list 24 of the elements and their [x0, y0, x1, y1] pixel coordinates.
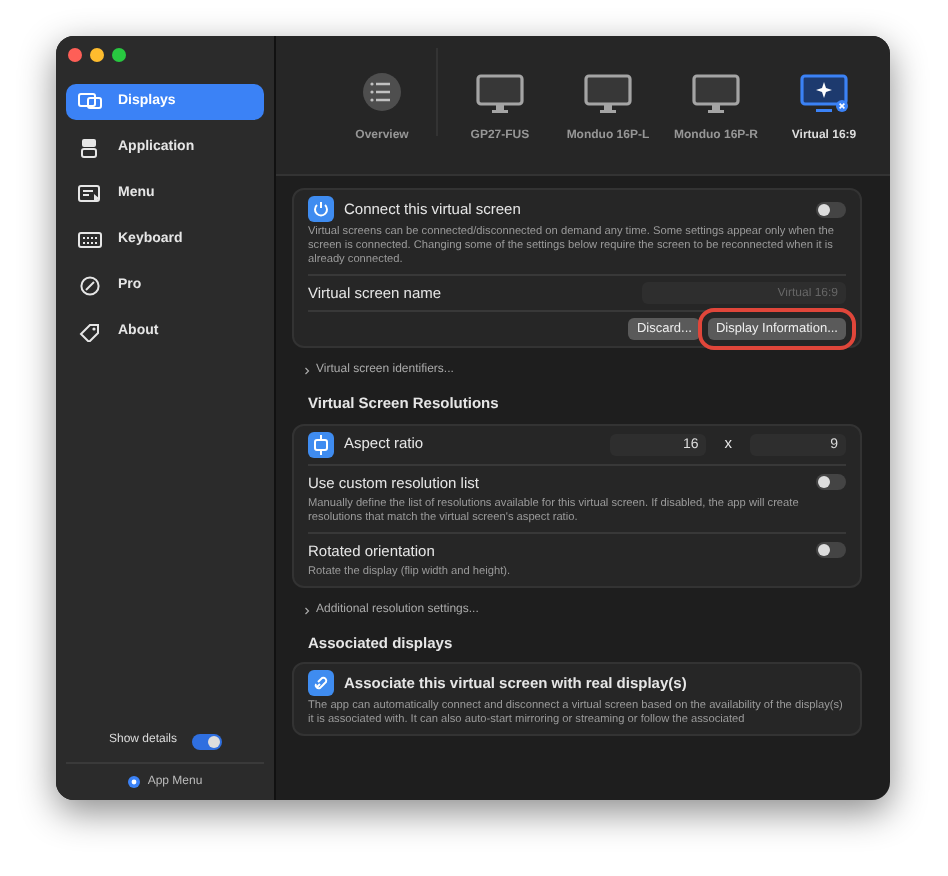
displays-icon	[78, 92, 102, 112]
menu-icon	[78, 184, 102, 204]
app-menu-icon	[127, 776, 140, 788]
keyboard-icon	[78, 230, 102, 250]
application-icon	[78, 138, 102, 158]
tag-icon	[78, 322, 102, 342]
monitor-icon	[583, 72, 632, 116]
slashed-circle-icon	[78, 276, 102, 296]
virtual-monitor-icon	[800, 72, 849, 116]
chevron-icon	[304, 366, 310, 377]
monitor-icon	[475, 72, 524, 116]
resize-icon	[308, 431, 334, 457]
toggle-switch[interactable]	[816, 201, 846, 217]
list-icon	[358, 72, 406, 116]
link-icon	[308, 670, 334, 697]
toggle-switch[interactable]	[816, 474, 846, 491]
chevron-icon	[304, 606, 310, 616]
monitor-icon	[692, 72, 740, 116]
close-button[interactable]	[68, 48, 82, 62]
toggle-switch[interactable]	[816, 542, 846, 559]
zoom-button[interactable]	[112, 48, 126, 62]
show-details-toggle[interactable]	[191, 733, 222, 749]
power-icon	[308, 196, 334, 222]
minimize-button[interactable]	[90, 48, 104, 62]
